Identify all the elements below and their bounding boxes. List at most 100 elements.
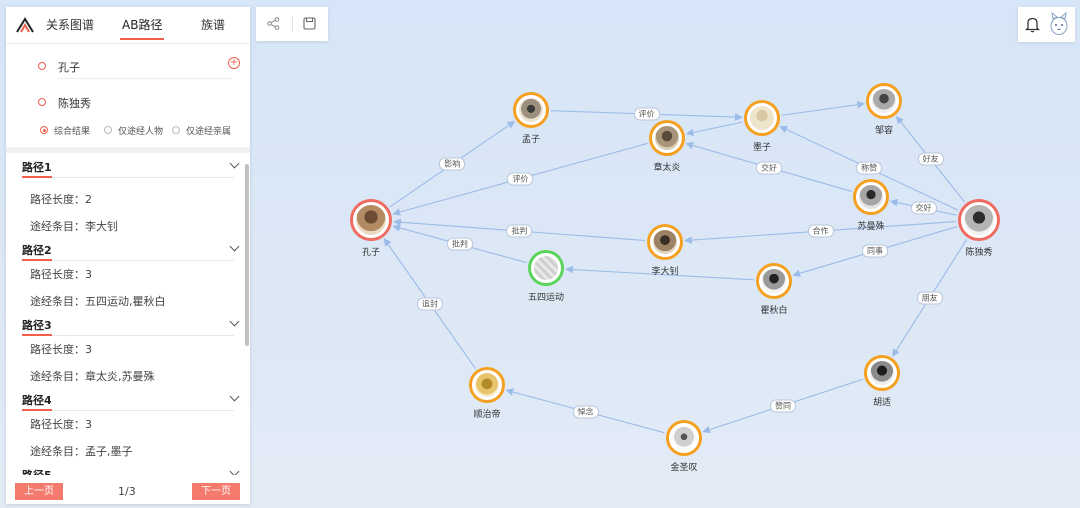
scrollbar[interactable] <box>245 164 249 346</box>
portrait-image <box>964 205 994 235</box>
graph-edge[interactable] <box>685 121 743 137</box>
graph-node-li[interactable] <box>647 224 683 260</box>
prev-page-button[interactable]: 上一页 <box>15 483 63 500</box>
graph-edge[interactable] <box>781 100 865 116</box>
path-header[interactable]: 路径1 <box>22 157 240 178</box>
path-via-row: 途经条目：孟子,墨子 <box>30 445 133 458</box>
pager: 上一页 1/3 下一页 <box>6 481 250 504</box>
chevron-down-icon <box>229 158 240 169</box>
path-via-row: 途经条目：李大钊 <box>30 220 118 233</box>
node-label: 五四运动 <box>527 293 565 303</box>
portrait-image <box>519 98 543 122</box>
chevron-down-icon <box>229 466 240 475</box>
portrait-image <box>762 269 786 293</box>
graph-node-zhang[interactable] <box>649 120 685 156</box>
start-point-icon <box>38 62 46 70</box>
portrait-image <box>655 126 679 150</box>
edge-label: 批判 <box>506 224 533 238</box>
path-header[interactable]: 路径5 <box>22 465 240 475</box>
tab-bar: 关系图谱 AB路径 族谱 <box>6 7 250 44</box>
path-via-row: 途经条目：五四运动,瞿秋白 <box>30 295 166 308</box>
node-label: 胡适 <box>872 398 892 408</box>
path-length-row: 路径长度：3 <box>30 418 92 431</box>
graph-node-qu[interactable] <box>756 263 792 299</box>
path-header[interactable]: 路径3 <box>22 315 240 336</box>
node-label: 墨子 <box>752 143 772 153</box>
next-page-button[interactable]: 下一页 <box>192 483 240 500</box>
tab-genealogy[interactable]: 族谱 <box>201 16 225 33</box>
tab-ab-path[interactable]: AB路径 <box>119 16 165 40</box>
add-point-icon[interactable]: + <box>228 57 240 69</box>
node-label: 瞿秋白 <box>760 306 788 316</box>
edge-label: 影响 <box>439 157 466 171</box>
edge-label: 悼念 <box>572 405 599 418</box>
portrait-image <box>356 205 386 235</box>
radio-unchecked-icon <box>172 126 180 134</box>
graph-node-jin[interactable] <box>666 420 702 456</box>
portrait-image <box>870 361 894 385</box>
tab-relation-graph[interactable]: 关系图谱 <box>46 16 94 33</box>
node-label: 孟子 <box>521 135 541 145</box>
end-point-icon <box>38 98 46 106</box>
path-panel: 关系图谱 AB路径 族谱 孔子 + 陈独秀 综合结果 仅途经人物 仅途经亲属 路… <box>6 7 250 504</box>
path-list: 路径1 路径长度：2 途经条目：李大钊 路径2 路径长度：3 途经条目：五四运动… <box>6 157 250 475</box>
node-label: 陈独秀 <box>965 248 993 258</box>
edge-label: 合作 <box>807 224 834 238</box>
edge-label: 交好 <box>756 161 782 174</box>
portrait-image <box>653 230 677 254</box>
path-end-label: 陈独秀 <box>58 97 91 110</box>
portrait-image <box>872 89 896 113</box>
path-start-label: 孔子 <box>58 61 80 74</box>
graph-node-kongzi[interactable] <box>350 199 392 241</box>
graph-node-mozi[interactable] <box>744 100 780 136</box>
chevron-down-icon <box>229 241 240 252</box>
node-label: 金圣叹 <box>670 463 698 473</box>
path-length-row: 路径长度：3 <box>30 343 92 356</box>
radio-unchecked-icon <box>104 126 112 134</box>
node-label: 李大钊 <box>651 267 679 277</box>
portrait-image <box>859 185 883 209</box>
graph-node-mengzi[interactable] <box>513 92 549 128</box>
graph-node-su[interactable] <box>853 179 889 215</box>
edge-label: 追封 <box>416 297 443 311</box>
filter-radio-group: 综合结果 仅途经人物 仅途经亲属 <box>40 124 250 138</box>
edge-label: 称赞 <box>856 161 883 175</box>
graph-node-shunzhi[interactable] <box>469 367 505 403</box>
node-label: 苏曼殊 <box>857 222 885 232</box>
graph-node-hu[interactable] <box>864 355 900 391</box>
portrait-image <box>750 106 774 130</box>
path-start-point[interactable]: 孔子 + <box>38 56 240 80</box>
path-end-point[interactable]: 陈独秀 <box>38 92 230 116</box>
graph-node-wusi[interactable] <box>528 250 564 286</box>
edge-label: 批判 <box>446 237 473 251</box>
path-length-row: 路径长度：2 <box>30 193 92 206</box>
logo-icon <box>16 17 34 33</box>
path-via-row: 途经条目：章太炎,苏曼殊 <box>30 370 155 383</box>
radio-checked-icon <box>40 126 48 134</box>
node-label: 孔子 <box>361 248 381 258</box>
chevron-down-icon <box>229 316 240 327</box>
edge-label: 评价 <box>633 107 660 121</box>
node-label: 章太炎 <box>653 163 681 173</box>
portrait-image <box>672 426 696 450</box>
edge-label: 交好 <box>910 201 937 215</box>
edge-label: 同事 <box>862 244 889 258</box>
edge-label: 赞同 <box>770 399 796 412</box>
portrait-image <box>475 373 499 397</box>
path-length-row: 路径长度：3 <box>30 268 92 281</box>
section-divider <box>6 147 250 153</box>
edge-label: 朋友 <box>916 291 943 305</box>
graph-node-chen[interactable] <box>958 199 1000 241</box>
path-header[interactable]: 路径4 <box>22 390 240 411</box>
chevron-down-icon <box>229 391 240 402</box>
divider <box>58 78 232 79</box>
edge-label: 好友 <box>917 152 944 166</box>
path-header[interactable]: 路径2 <box>22 240 240 261</box>
node-label: 邹容 <box>874 126 894 136</box>
relationship-graph[interactable]: 影响 评价 评价 交好 好友 称赞 交好 合作 同事 朋友 批判 批判 追封 悼念 赞同 孔子 陈独秀 孟子 墨子邹… <box>250 0 1080 508</box>
page-indicator: 1/3 <box>118 485 136 498</box>
node-label: 顺治帝 <box>473 410 501 420</box>
edge-label: 评价 <box>507 172 534 186</box>
portrait-image <box>534 256 558 280</box>
graph-node-zoufeng[interactable] <box>866 83 902 119</box>
